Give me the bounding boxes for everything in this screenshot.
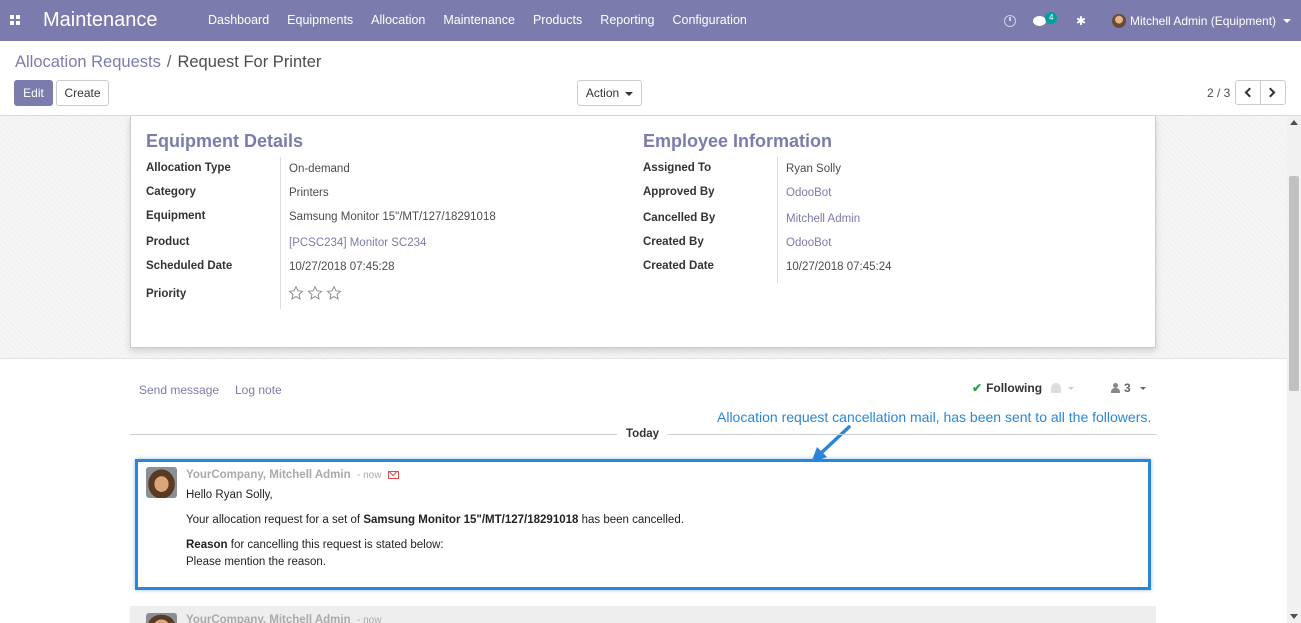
menu-item-configuration[interactable]: Configuration: [664, 0, 756, 41]
envelope-icon[interactable]: [388, 471, 399, 479]
app-title[interactable]: Maintenance: [43, 9, 158, 32]
message-greeting: Hello Ryan Solly,: [186, 489, 273, 501]
top-navbar: Maintenance Dashboard Equipments Allocat…: [0, 0, 1301, 41]
following-button[interactable]: ✔ Following: [972, 381, 1075, 395]
scroll-up-arrow-icon[interactable]: [1290, 120, 1298, 125]
star-icon[interactable]: [288, 285, 304, 301]
field-divider: [777, 157, 778, 283]
field-label: Cancelled By: [643, 212, 716, 224]
user-menu[interactable]: Mitchell Admin (Equipment): [1112, 0, 1292, 41]
scheduled-date-value[interactable]: 10/27/2018 07:45:28: [289, 261, 395, 273]
following-label: Following: [986, 381, 1043, 395]
breadcrumb-separator: /: [166, 53, 172, 71]
log-note-button[interactable]: Log note: [235, 383, 282, 397]
pager-next-button[interactable]: [1260, 80, 1286, 105]
send-message-button[interactable]: Send message: [139, 383, 219, 397]
employee-information-title: Employee Information: [643, 131, 833, 151]
message-text: has been cancelled.: [581, 514, 684, 526]
chevron-right-icon: [1265, 87, 1276, 98]
chevron-left-icon: [1244, 87, 1255, 98]
star-icon[interactable]: [326, 285, 342, 301]
message-reason-text: Please mention the reason.: [186, 556, 327, 568]
menu-item-maintenance[interactable]: Maintenance: [434, 0, 524, 41]
date-separator-label: Today: [617, 428, 669, 440]
equipment-value[interactable]: Samsung Monitor 15"/MT/127/18291018: [289, 211, 496, 223]
scroll-down-arrow-icon[interactable]: [1290, 614, 1298, 619]
create-button[interactable]: Create: [56, 80, 109, 106]
annotation-text: Allocation request cancellation mail, ha…: [717, 409, 1152, 425]
user-avatar: [1112, 13, 1126, 28]
chevron-down-icon: [625, 91, 634, 96]
field-label: Approved By: [643, 186, 715, 198]
breadcrumb-current: Request For Printer: [177, 53, 322, 71]
field-label: Equipment: [146, 210, 206, 222]
menu-item-reporting[interactable]: Reporting: [591, 0, 663, 41]
category-value[interactable]: Printers: [289, 187, 329, 199]
scrollbar-thumb[interactable]: [1289, 176, 1299, 391]
menu-item-dashboard[interactable]: Dashboard: [199, 0, 278, 41]
check-icon: ✔: [972, 381, 983, 395]
author-avatar[interactable]: [146, 467, 177, 498]
field-label: Created Date: [643, 260, 714, 272]
main-menu: Dashboard Equipments Allocation Maintena…: [199, 0, 756, 41]
field-label: Product: [146, 236, 190, 248]
page-scrollbar[interactable]: [1287, 116, 1301, 623]
chevron-down-icon: [1139, 386, 1146, 390]
allocation-type-value[interactable]: On-demand: [289, 163, 350, 175]
chevron-down-icon: [1283, 18, 1292, 23]
cancelled-by-link[interactable]: Mitchell Admin: [786, 213, 860, 225]
message-author[interactable]: YourCompany, Mitchell Admin: [186, 469, 351, 481]
chevron-down-icon[interactable]: [1068, 386, 1075, 390]
message-line: Your allocation request for a set of Sam…: [186, 514, 684, 526]
followers-count: 3: [1124, 381, 1131, 395]
user-icon: [1111, 383, 1120, 393]
message-line: Reason for cancelling this request is st…: [186, 539, 444, 551]
message-date: - now: [357, 615, 382, 623]
message-equipment-name: Samsung Monitor 15"/MT/127/18291018: [363, 514, 579, 526]
message-reason-label: Reason: [186, 539, 228, 551]
activity-clock-icon[interactable]: [1004, 0, 1016, 41]
apps-menu-icon[interactable]: [10, 15, 21, 25]
breadcrumb-parent[interactable]: Allocation Requests: [15, 53, 161, 71]
field-label: Priority: [146, 288, 187, 300]
message-date: - now: [357, 470, 382, 481]
priority-stars: [288, 285, 342, 301]
created-date-value[interactable]: 10/27/2018 07:45:24: [786, 261, 892, 273]
debug-bug-icon[interactable]: ✱: [1076, 0, 1086, 41]
field-label: Assigned To: [643, 162, 712, 174]
user-name: Mitchell Admin (Equipment): [1130, 13, 1277, 28]
created-by-link[interactable]: OdooBot: [786, 237, 831, 249]
followers-button[interactable]: 3: [1111, 381, 1146, 395]
chat-count-badge: 4: [1045, 12, 1058, 24]
approved-by-link[interactable]: OdooBot: [786, 187, 831, 199]
action-label: Action: [585, 86, 620, 100]
field-label: Created By: [643, 236, 704, 248]
star-icon[interactable]: [307, 285, 323, 301]
message-text: Your allocation request for a set of: [186, 514, 361, 526]
pager-value[interactable]: 2 / 3: [1207, 86, 1230, 100]
field-divider: [280, 157, 281, 309]
menu-item-products[interactable]: Products: [524, 0, 591, 41]
action-dropdown[interactable]: Action: [577, 80, 642, 106]
chat-icon[interactable]: [1033, 0, 1046, 41]
message-text: for cancelling this request is stated be…: [230, 539, 444, 551]
pager-previous-button[interactable]: [1235, 80, 1261, 105]
field-label: Scheduled Date: [146, 260, 233, 272]
breadcrumb: Allocation Requests / Request For Printer: [15, 53, 321, 72]
field-label: Category: [146, 186, 196, 198]
menu-item-allocation[interactable]: Allocation: [362, 0, 434, 41]
product-link[interactable]: [PCSC234] Monitor SC234: [289, 237, 426, 249]
edit-button[interactable]: Edit: [14, 80, 53, 106]
bell-icon[interactable]: [1051, 383, 1062, 393]
equipment-details-title: Equipment Details: [146, 131, 304, 151]
author-avatar[interactable]: [146, 613, 177, 623]
assigned-to-value[interactable]: Ryan Solly: [786, 163, 841, 175]
field-label: Allocation Type: [146, 162, 231, 174]
message-author[interactable]: YourCompany, Mitchell Admin: [186, 614, 351, 623]
menu-item-equipments[interactable]: Equipments: [278, 0, 362, 41]
